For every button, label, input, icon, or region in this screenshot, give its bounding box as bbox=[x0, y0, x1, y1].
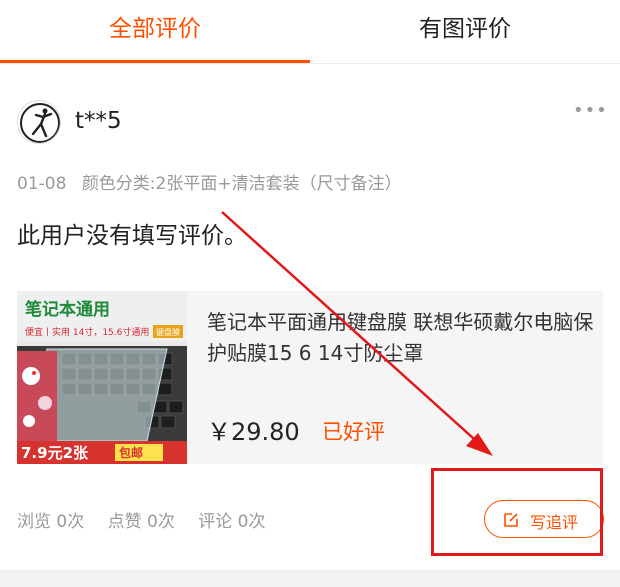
annotation-highlight-box bbox=[431, 468, 603, 556]
bottom-divider bbox=[0, 570, 620, 587]
